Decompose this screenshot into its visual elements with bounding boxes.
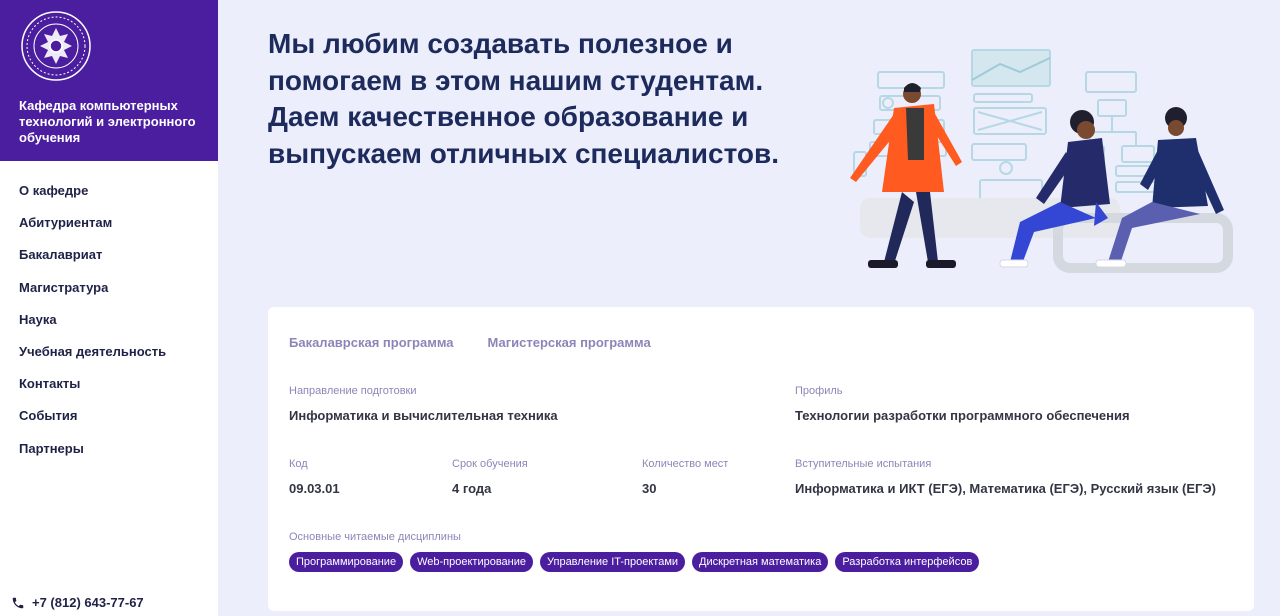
places-value: 30 bbox=[642, 481, 657, 496]
profile-field: Профиль Технологии разработки программно… bbox=[795, 384, 1130, 424]
places-field: Количество мест 30 bbox=[642, 457, 728, 497]
coat-of-arms-logo[interactable] bbox=[20, 10, 92, 82]
exams-label: Вступительные испытания bbox=[795, 458, 932, 470]
nav-item-master[interactable]: Магистратура bbox=[0, 279, 218, 311]
phone-number: +7 (812) 643-77-67 bbox=[32, 595, 144, 610]
nav-item-science[interactable]: Наука bbox=[0, 311, 218, 343]
discipline-chip[interactable]: Программирование bbox=[289, 552, 404, 572]
direction-label: Направление подготовки bbox=[289, 385, 417, 397]
phone-icon bbox=[12, 597, 24, 608]
sidebar: Кафедра компьютерных технологий и электр… bbox=[0, 0, 218, 616]
places-label: Количество мест bbox=[642, 458, 729, 470]
standing-person bbox=[850, 83, 962, 268]
discipline-chip[interactable]: Дискретная математика bbox=[692, 552, 829, 572]
discipline-chip[interactable]: Web-проектирование bbox=[410, 552, 533, 572]
profile-value: Технологии разработки программного обесп… bbox=[795, 408, 1130, 423]
nav-item-applicants[interactable]: Абитуриентам bbox=[0, 214, 218, 246]
brand-block[interactable]: Кафедра компьютерных технологий и электр… bbox=[0, 0, 218, 161]
duration-field: Срок обучения 4 года bbox=[452, 457, 528, 497]
nav-item-about[interactable]: О кафедре bbox=[0, 182, 218, 214]
hero-line: Мы любим создавать полезное и bbox=[268, 28, 733, 59]
discipline-chip[interactable]: Разработка интерфейсов bbox=[835, 552, 980, 572]
exams-field: Вступительные испытания Информатика и ИК… bbox=[795, 457, 1216, 497]
nav-item-education[interactable]: Учебная деятельность bbox=[0, 343, 218, 375]
nav-item-contacts[interactable]: Контакты bbox=[0, 375, 218, 407]
nav-item-partners[interactable]: Партнеры bbox=[0, 440, 218, 472]
program-tabs: Бакалаврская программа Магистерская прог… bbox=[289, 335, 651, 350]
direction-value: Информатика и вычислительная техника bbox=[289, 408, 558, 423]
disciplines-field: Основные читаемые дисциплины bbox=[289, 530, 461, 544]
direction-field: Направление подготовки Информатика и выч… bbox=[289, 384, 558, 424]
duration-value: 4 года bbox=[452, 481, 492, 496]
duration-label: Срок обучения bbox=[452, 458, 528, 470]
main-nav: О кафедре Абитуриентам Бакалавриат Магис… bbox=[0, 161, 218, 472]
discipline-chips: Программирование Web-проектирование Упра… bbox=[289, 552, 980, 572]
profile-label: Профиль bbox=[795, 385, 843, 397]
code-label: Код bbox=[289, 458, 308, 470]
department-title: Кафедра компьютерных технологий и электр… bbox=[19, 98, 196, 145]
tab-master-program[interactable]: Магистерская программа bbox=[488, 335, 651, 350]
discipline-chip[interactable]: Управление IT-проектами bbox=[540, 552, 686, 572]
tab-bachelor-program[interactable]: Бакалаврская программа bbox=[289, 335, 454, 350]
exams-value: Информатика и ИКТ (ЕГЭ), Математика (ЕГЭ… bbox=[795, 481, 1216, 496]
hero-line: помогаем в этом нашим студентам. bbox=[268, 64, 764, 96]
students-illustration bbox=[850, 49, 1233, 273]
program-card: Бакалаврская программа Магистерская прог… bbox=[268, 307, 1254, 611]
nav-item-bachelor[interactable]: Бакалавриат bbox=[0, 246, 218, 278]
phone-contact[interactable]: +7 (812) 643-77-67 bbox=[11, 595, 144, 610]
hero-line: выпускаем отличных специалистов. bbox=[268, 137, 780, 169]
hero-heading: Мы любим создавать полезное и помогаем в… bbox=[268, 26, 828, 172]
code-field: Код 09.03.01 bbox=[289, 457, 340, 497]
disciplines-label: Основные читаемые дисциплины bbox=[289, 531, 461, 543]
hero-line: Даем качественное образование и bbox=[268, 101, 749, 132]
nav-item-events[interactable]: События bbox=[0, 407, 218, 439]
code-value: 09.03.01 bbox=[289, 481, 340, 496]
